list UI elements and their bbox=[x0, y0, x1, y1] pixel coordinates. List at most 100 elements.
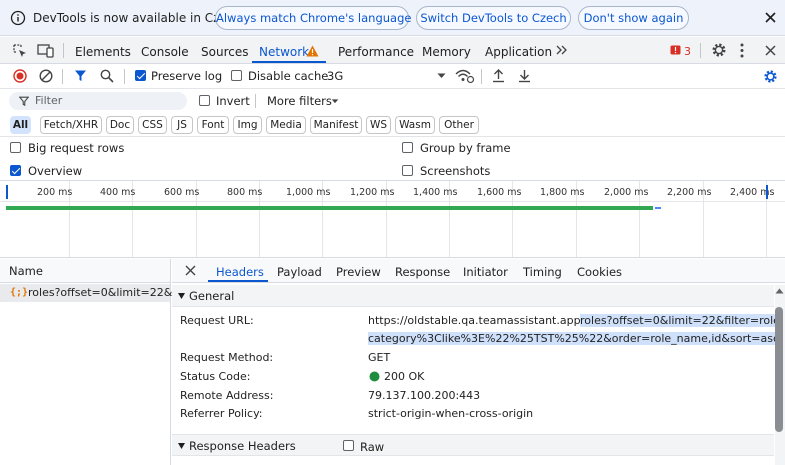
timeline-overview[interactable]: 200 ms 400 ms 600 ms 800 ms 1,000 ms 1,2… bbox=[0, 181, 785, 258]
invert-checkbox[interactable] bbox=[199, 95, 210, 106]
request-waterfall-bar bbox=[6, 206, 653, 210]
export-har-download-icon[interactable] bbox=[518, 68, 531, 83]
request-name[interactable]: roles?offset=0&limit=22&... bbox=[28, 286, 183, 299]
remote-address-label: Remote Address: bbox=[180, 389, 274, 402]
preserve-log-checkbox[interactable] bbox=[135, 70, 146, 81]
tab-cookies[interactable]: Cookies bbox=[577, 265, 622, 279]
tab-headers[interactable]: Headers bbox=[216, 265, 264, 279]
more-options-icon[interactable] bbox=[740, 43, 744, 58]
request-method-label: Request Method: bbox=[180, 351, 274, 364]
tab-response[interactable]: Response bbox=[395, 265, 450, 279]
close-devtools-icon[interactable] bbox=[765, 45, 776, 56]
settings-gear-icon[interactable] bbox=[711, 42, 727, 58]
chevron-down-icon[interactable] bbox=[437, 73, 446, 79]
big-request-rows-checkbox[interactable] bbox=[10, 142, 21, 153]
tab-console[interactable]: Console bbox=[141, 45, 189, 59]
timeline-tick-label: 2,000 ms bbox=[604, 187, 649, 198]
scrollbar-thumb[interactable] bbox=[775, 307, 783, 432]
tab-initiator[interactable]: Initiator bbox=[463, 265, 508, 279]
clear-log-icon[interactable] bbox=[39, 69, 53, 83]
type-filter-media[interactable]: Media bbox=[266, 116, 306, 134]
timeline-tick-label: 400 ms bbox=[100, 187, 136, 198]
close-icon[interactable] bbox=[764, 11, 777, 24]
timeline-range-start-handle[interactable] bbox=[6, 185, 8, 199]
close-details-icon[interactable] bbox=[185, 265, 196, 276]
filter-input[interactable]: Filter bbox=[9, 92, 187, 110]
type-filter-other[interactable]: Other bbox=[439, 116, 479, 134]
group-by-frame-checkbox[interactable] bbox=[402, 142, 413, 153]
issues-count[interactable]: 3 bbox=[684, 45, 691, 58]
type-filter-css[interactable]: CSS bbox=[138, 116, 167, 134]
toolbar-divider bbox=[63, 43, 64, 58]
tab-payload[interactable]: Payload bbox=[277, 265, 322, 279]
type-filter-ws[interactable]: WS bbox=[366, 116, 391, 134]
network-toolbar: Preserve log Disable cache 3G bbox=[0, 64, 785, 89]
issues-icon[interactable] bbox=[670, 45, 681, 56]
overview-label[interactable]: Overview bbox=[28, 164, 82, 178]
tab-network[interactable]: Network bbox=[259, 45, 309, 59]
chevron-down-icon[interactable] bbox=[331, 99, 339, 104]
raw-checkbox[interactable] bbox=[343, 440, 354, 451]
network-conditions-icon[interactable] bbox=[455, 68, 475, 84]
timeline-tick-label: 1,600 ms bbox=[477, 187, 522, 198]
type-filter-img[interactable]: Img bbox=[233, 116, 262, 134]
big-request-rows-label[interactable]: Big request rows bbox=[28, 141, 124, 155]
timeline-tick-separator bbox=[0, 201, 785, 202]
more-filters-dropdown[interactable]: More filters bbox=[267, 94, 332, 108]
active-detail-tab-indicator bbox=[208, 280, 268, 282]
tab-memory[interactable]: Memory bbox=[422, 45, 471, 59]
group-by-frame-label[interactable]: Group by frame bbox=[420, 141, 511, 155]
preserve-log-label[interactable]: Preserve log bbox=[151, 69, 222, 83]
dont-show-again-button[interactable]: Don't show again bbox=[578, 6, 689, 30]
raw-label[interactable]: Raw bbox=[360, 440, 384, 454]
network-settings-gear-icon[interactable] bbox=[763, 69, 778, 84]
request-url-value-selected: roles?offset=0&limit=22&filter=role_ bbox=[580, 314, 785, 327]
import-har-upload-icon[interactable] bbox=[492, 68, 505, 83]
type-filter-js[interactable]: JS bbox=[171, 116, 193, 134]
toolbar-divider bbox=[255, 94, 256, 108]
tab-timing[interactable]: Timing bbox=[523, 265, 562, 279]
disable-cache-checkbox[interactable] bbox=[231, 70, 242, 81]
always-match-language-button[interactable]: Always match Chrome's language bbox=[215, 6, 411, 30]
response-headers-section-header[interactable]: Response Headers Raw bbox=[172, 434, 774, 456]
type-filter-wasm[interactable]: Wasm bbox=[395, 116, 435, 134]
filter-funnel-icon[interactable] bbox=[74, 69, 87, 82]
timeline-tick-label: 1,000 ms bbox=[286, 187, 331, 198]
request-details: Headers Payload Preview Response Initiat… bbox=[172, 259, 785, 465]
name-column-header[interactable]: Name bbox=[9, 264, 43, 278]
overview-checkbox[interactable] bbox=[10, 165, 21, 176]
device-toolbar-icon[interactable] bbox=[37, 43, 55, 59]
tab-preview[interactable]: Preview bbox=[336, 265, 381, 279]
disable-cache-label[interactable]: Disable cache bbox=[248, 69, 328, 83]
type-filter-fetch-xhr[interactable]: Fetch/XHR bbox=[40, 116, 102, 134]
switch-to-czech-button[interactable]: Switch DevTools to Czech bbox=[416, 6, 571, 30]
type-filter-doc[interactable]: Doc bbox=[106, 116, 134, 134]
filter-funnel-icon bbox=[19, 96, 29, 106]
timeline-range-end-handle[interactable] bbox=[766, 185, 768, 199]
status-code-value: 200 OK bbox=[384, 370, 425, 383]
invert-label[interactable]: Invert bbox=[216, 94, 250, 108]
tab-performance[interactable]: Performance bbox=[338, 45, 414, 59]
search-icon[interactable] bbox=[100, 69, 114, 83]
devtools-main-toolbar: Elements Console Sources Network Perform… bbox=[0, 37, 785, 64]
screenshots-label[interactable]: Screenshots bbox=[420, 164, 490, 178]
screenshots-checkbox[interactable] bbox=[402, 165, 413, 176]
scroll-up-arrow-icon[interactable] bbox=[775, 288, 784, 294]
toolbar-divider bbox=[62, 69, 63, 84]
xhr-json-icon: {;} bbox=[10, 287, 29, 298]
inspect-element-icon[interactable] bbox=[12, 43, 28, 59]
tab-sources[interactable]: Sources bbox=[201, 45, 248, 59]
record-stop-icon[interactable] bbox=[13, 69, 27, 83]
tab-elements[interactable]: Elements bbox=[75, 45, 131, 59]
tab-application[interactable]: Application bbox=[485, 45, 552, 59]
request-url-label: Request URL: bbox=[180, 314, 254, 327]
request-row[interactable]: {;} roles?offset=0&limit=22&... bbox=[0, 284, 183, 302]
general-section-header[interactable]: General bbox=[172, 285, 774, 307]
throttling-select[interactable]: 3G bbox=[327, 69, 343, 83]
type-filter-all[interactable]: All bbox=[10, 116, 31, 134]
type-filter-font[interactable]: Font bbox=[197, 116, 229, 134]
more-tabs-chevron-icon[interactable] bbox=[555, 44, 569, 56]
status-ok-dot-icon bbox=[369, 371, 380, 382]
type-filter-manifest[interactable]: Manifest bbox=[310, 116, 362, 134]
timeline-tick-label: 1,400 ms bbox=[413, 187, 458, 198]
